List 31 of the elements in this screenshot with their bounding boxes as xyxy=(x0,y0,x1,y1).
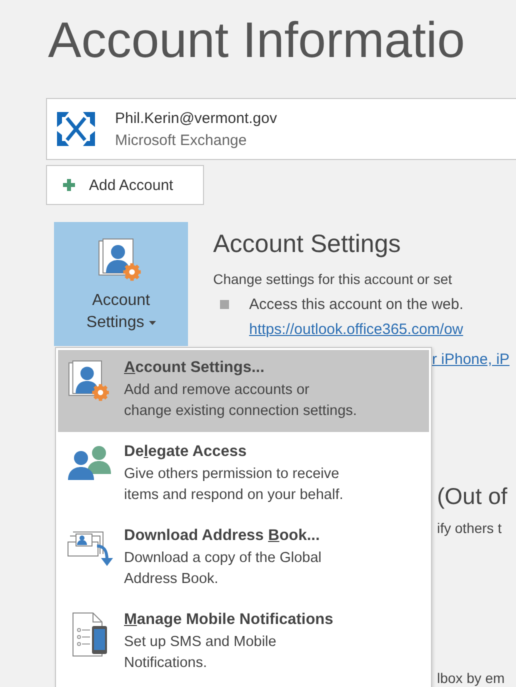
account-type: Microsoft Exchange xyxy=(115,132,248,148)
menu-item-description: Download a copy of the Global Address Book. xyxy=(124,549,322,589)
menu-item-description: Set up SMS and Mobile Notifications. xyxy=(124,633,278,673)
section-heading: Account Settings xyxy=(213,230,402,259)
mobile-document-icon xyxy=(70,612,110,658)
account-card[interactable]: Phil.Kerin@vermont.gov Microsoft Exchange xyxy=(46,98,516,160)
section-heading: (Out of xyxy=(437,483,508,510)
web-link[interactable]: https://outlook.office365.com/ow xyxy=(249,321,516,338)
menu-item-description: Add and remove accounts or change existing connection settings. xyxy=(124,381,358,421)
account-email: Phil.Kerin@vermont.gov xyxy=(115,110,277,126)
caret-icon xyxy=(148,320,156,325)
bullet-text: Access this account on the web. xyxy=(249,296,464,313)
add-account-button[interactable]: Add Account xyxy=(46,165,204,205)
menu-item-title: Download Address Book... xyxy=(124,526,321,546)
section-description: Change settings for this account or set xyxy=(213,271,454,287)
menu-item[interactable]: Download Address Book... Download a copy of the Global Address Book. xyxy=(58,518,429,600)
account-settings-button[interactable]: Account Settings xyxy=(54,222,188,346)
menu-item-title: Delegate Access xyxy=(124,442,248,462)
account-settings-icon xyxy=(68,360,112,404)
menu-item-description: Give others permission to receive items and respond on your behalf. xyxy=(124,465,344,505)
page-title: Account Informatio xyxy=(47,11,465,70)
plus-icon xyxy=(63,179,75,191)
menu-item[interactable]: Manage Mobile Notifications Set up SMS and Mobile Notifications. xyxy=(58,602,429,684)
section-description: lbox by em xyxy=(437,670,505,686)
menu-item-title: Account Settings... xyxy=(124,358,266,378)
menu-item[interactable]: Delegate Access Give others permission to receive items and respond on your behalf. xyxy=(58,434,429,516)
mobile-link[interactable]: r iPhone, iP xyxy=(432,351,510,368)
bullet-icon xyxy=(220,300,230,309)
menu-item-title: Manage Mobile Notifications xyxy=(124,610,334,630)
menu-item[interactable]: Account Settings... Add and remove accounts or change existing connection settings. xyxy=(58,350,429,432)
section-description: ify others t xyxy=(437,520,503,536)
